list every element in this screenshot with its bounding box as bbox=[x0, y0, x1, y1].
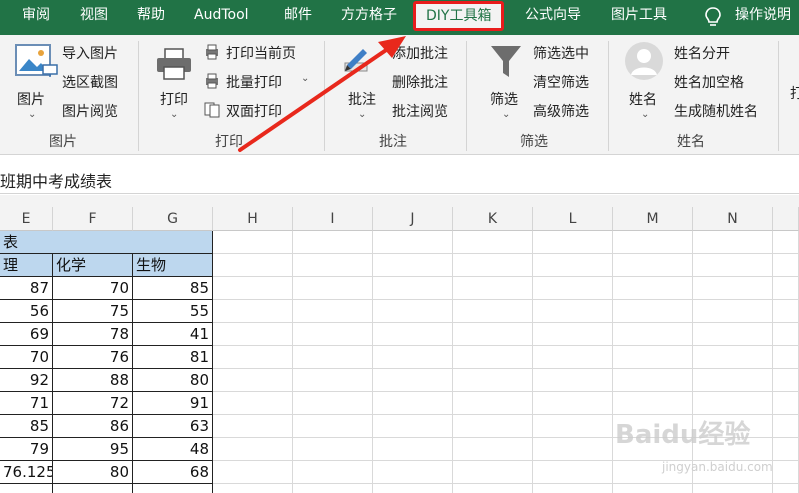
excel-window: 审阅 视图 帮助 AudTool 邮件 方方格子 DIY工具箱 公式向导 图片工… bbox=[0, 0, 799, 493]
baidu-watermark-url: jingyan.baidu.com bbox=[662, 460, 773, 474]
baidu-watermark: Baidu经验 bbox=[615, 420, 751, 450]
